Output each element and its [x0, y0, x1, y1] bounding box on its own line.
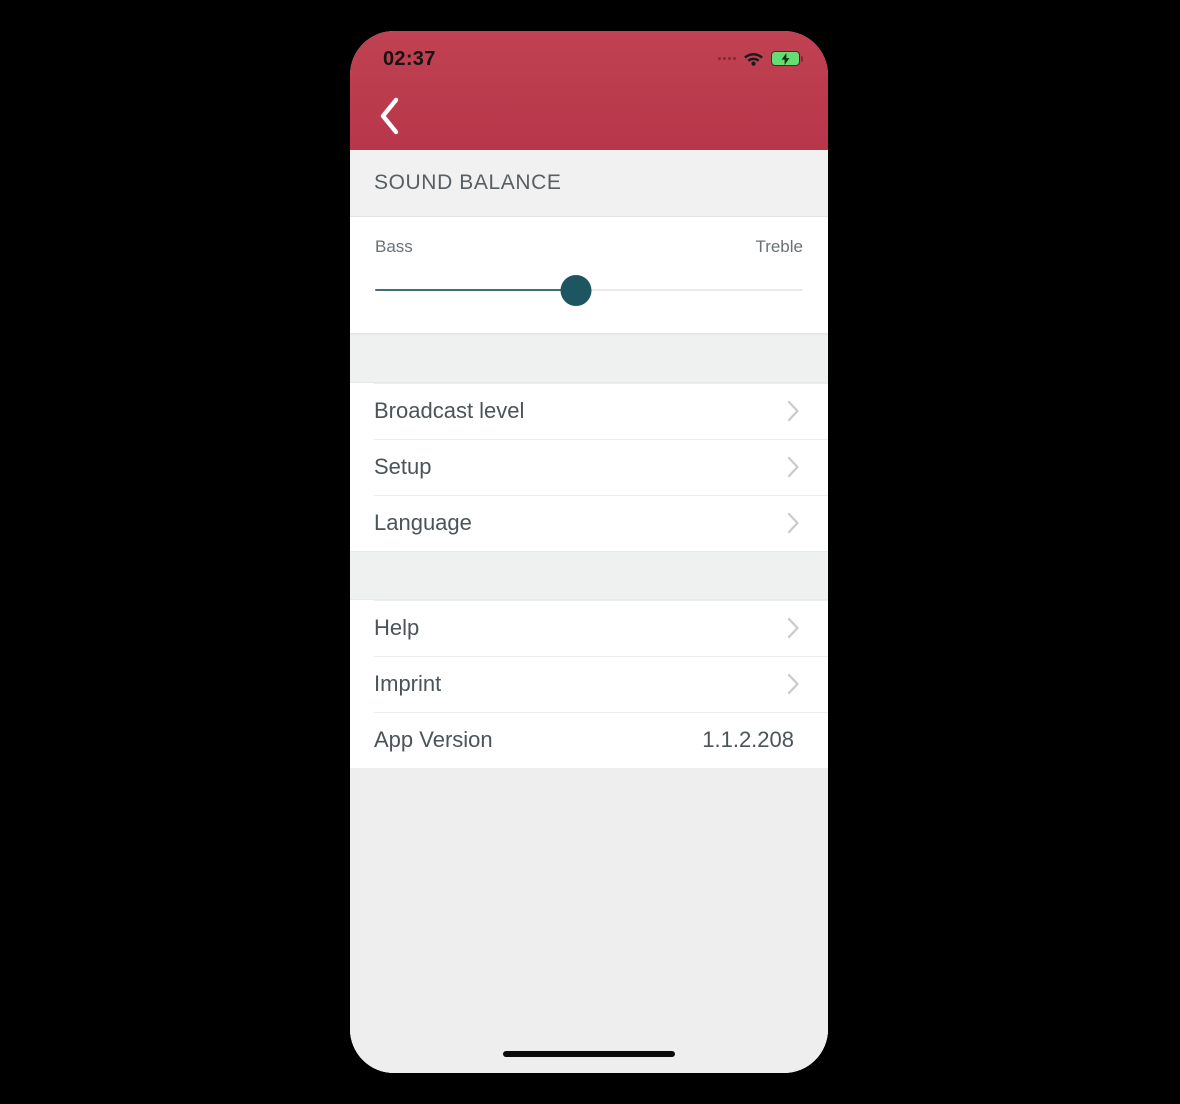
status-bar-time: 02:37 — [383, 48, 436, 70]
section-title: SOUND BALANCE — [374, 171, 562, 194]
chevron-right-icon — [787, 617, 799, 639]
list-item-label: Broadcast level — [374, 398, 525, 423]
signal-dots-icon — [718, 57, 736, 60]
list-item-help[interactable]: Help — [350, 600, 828, 656]
app-header: 02:37 — [350, 31, 828, 150]
section-spacer — [350, 551, 828, 600]
battery-charging-icon — [771, 51, 803, 66]
settings-screen: SOUND BALANCE Bass Treble Broadcast leve… — [350, 150, 828, 1073]
list-item-app-version: App Version 1.1.2.208 — [350, 712, 828, 768]
phone-frame: 02:37 SOUND BALANCE Bass Treble Broadcas… — [350, 31, 828, 1073]
menu-group-about: Help Imprint App Version 1.1.2.208 — [350, 600, 828, 768]
list-item-label: Imprint — [374, 671, 442, 696]
slider-label-treble: Treble — [755, 237, 803, 256]
nav-bar — [350, 87, 828, 150]
chevron-right-icon — [787, 456, 799, 478]
slider-thumb[interactable] — [560, 274, 592, 306]
list-item-label: Setup — [374, 454, 432, 479]
lightning-bolt-icon — [781, 52, 790, 65]
list-item-label: Language — [374, 510, 472, 535]
list-item-language[interactable]: Language — [350, 495, 828, 551]
list-item-label: App Version — [374, 727, 493, 752]
status-bar: 02:37 — [350, 31, 828, 87]
home-indicator-area — [350, 1035, 828, 1073]
sound-balance-section-header: SOUND BALANCE — [350, 150, 828, 217]
chevron-right-icon — [787, 400, 799, 422]
slider-track-fill — [375, 288, 577, 292]
wifi-icon — [744, 53, 763, 66]
chevron-left-icon — [380, 97, 399, 135]
chevron-right-icon — [787, 512, 799, 534]
list-item-broadcast-level[interactable]: Broadcast level — [350, 383, 828, 439]
slider-labels: Bass Treble — [375, 237, 803, 257]
status-bar-indicators — [718, 48, 803, 69]
menu-group-settings: Broadcast level Setup Language — [350, 383, 828, 551]
list-item-setup[interactable]: Setup — [350, 439, 828, 495]
sound-balance-panel: Bass Treble — [350, 217, 828, 334]
home-indicator[interactable] — [503, 1051, 675, 1057]
chevron-right-icon — [787, 673, 799, 695]
list-item-label: Help — [374, 615, 420, 640]
empty-area — [350, 768, 828, 1035]
app-version-value: 1.1.2.208 — [702, 727, 794, 752]
slider-label-bass: Bass — [375, 237, 413, 256]
screenshot-canvas: 02:37 SOUND BALANCE Bass Treble Broadcas… — [0, 0, 1180, 1104]
section-spacer — [350, 334, 828, 383]
back-button[interactable] — [362, 87, 418, 145]
sound-balance-slider[interactable] — [375, 274, 803, 306]
list-item-imprint[interactable]: Imprint — [350, 656, 828, 712]
